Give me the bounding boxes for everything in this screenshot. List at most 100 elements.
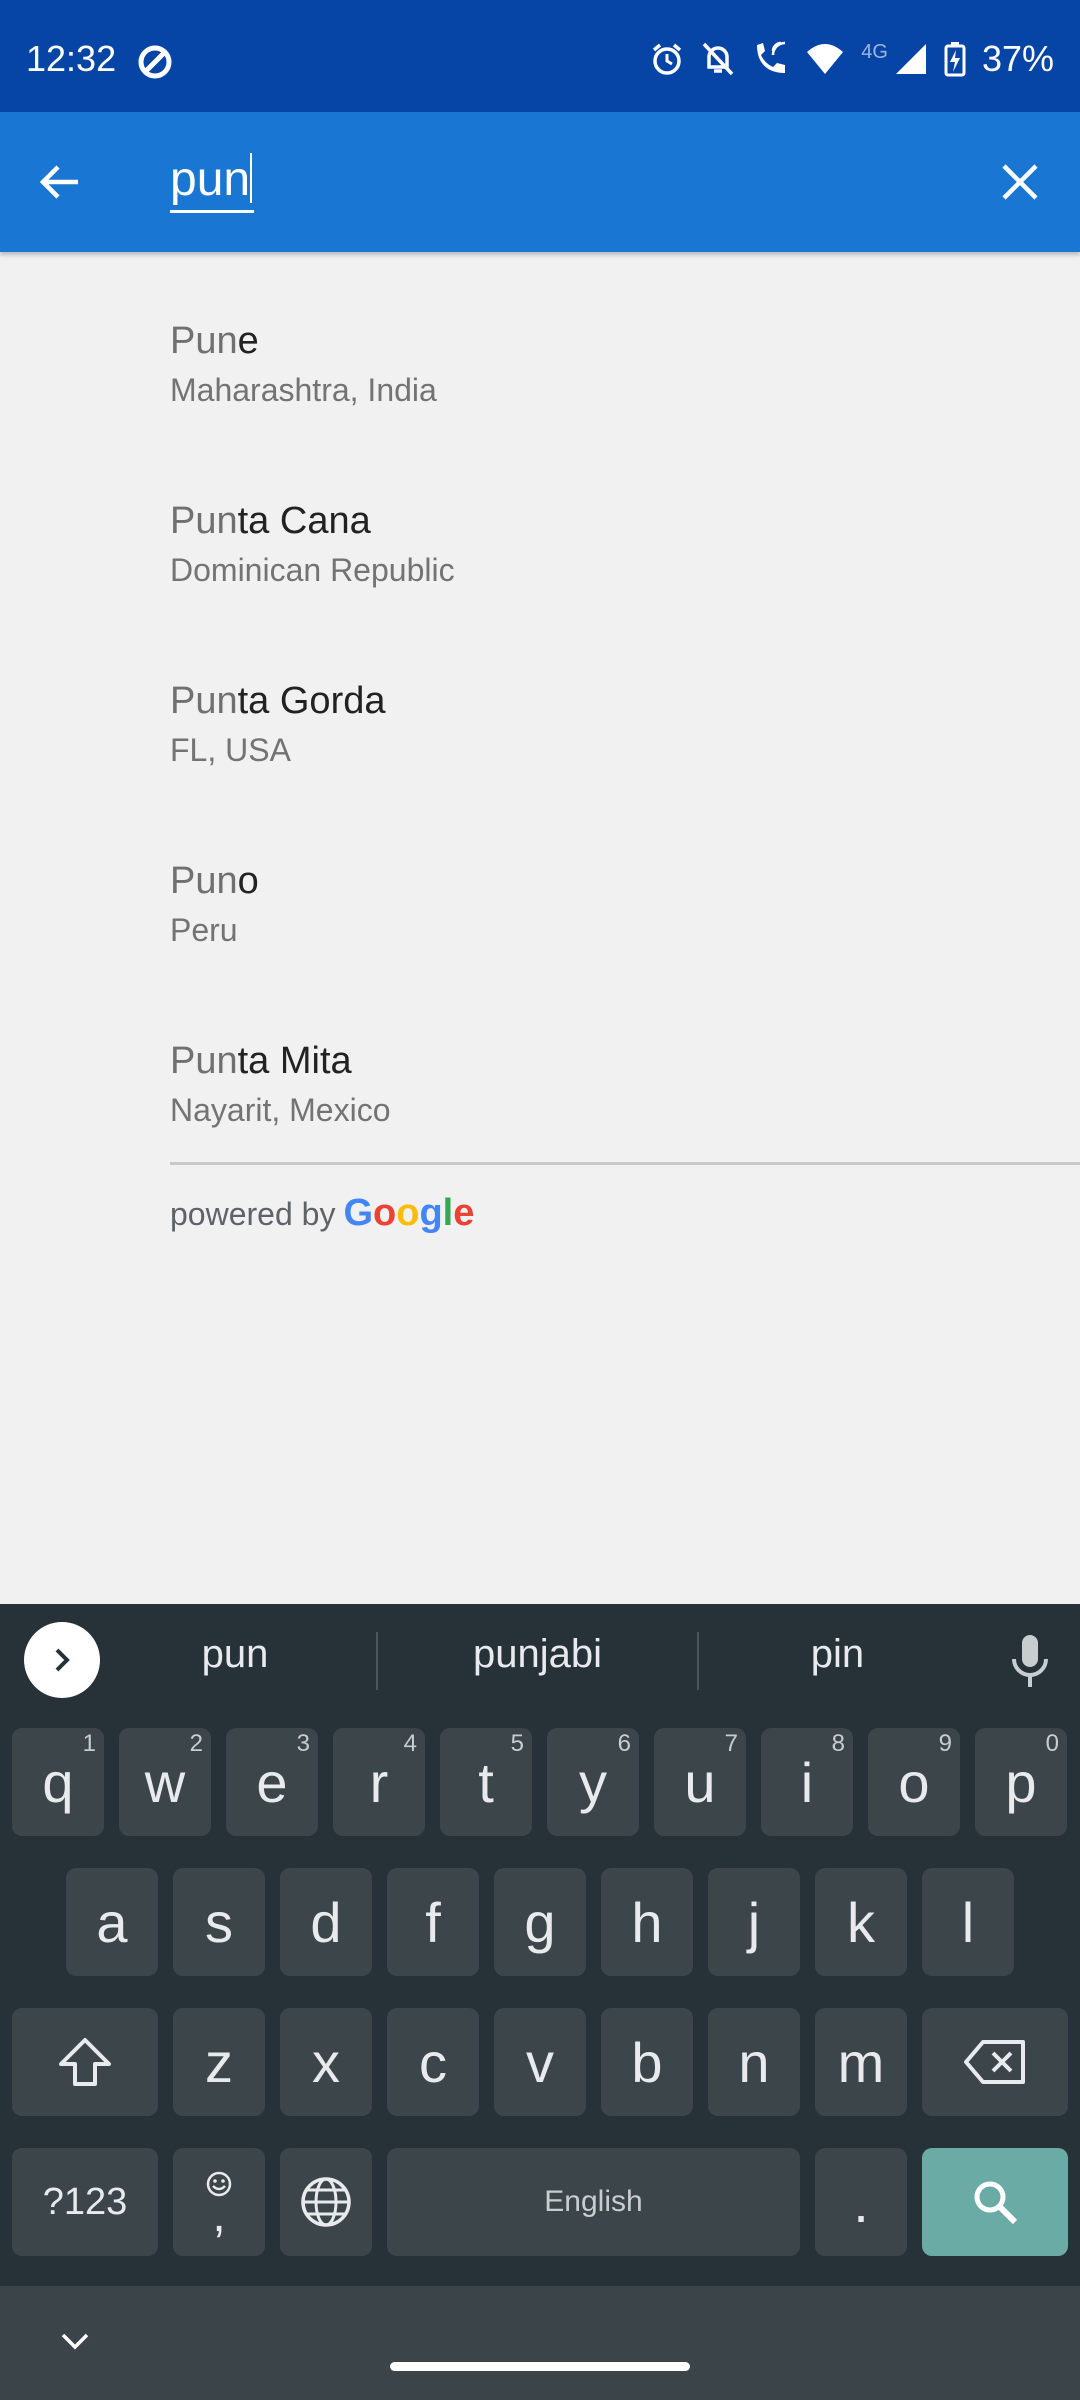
key-l[interactable]: l xyxy=(922,1868,1014,1976)
backspace-key[interactable] xyxy=(922,2008,1068,2116)
key-t[interactable]: t5 xyxy=(440,1728,532,1836)
suggestion-separator xyxy=(697,1632,699,1690)
key-w[interactable]: w2 xyxy=(119,1728,211,1836)
result-subtitle: FL, USA xyxy=(170,732,291,768)
powered-by-google: powered by Google xyxy=(170,1192,474,1235)
result-subtitle: Maharashtra, India xyxy=(170,372,437,408)
voice-input-button[interactable] xyxy=(1005,1626,1055,1696)
result-subtitle: Nayarit, Mexico xyxy=(170,1092,391,1128)
key-label: o xyxy=(898,1750,930,1814)
remaining-text: e xyxy=(237,320,259,362)
close-icon xyxy=(1002,164,1038,200)
list-item[interactable]: Puno Peru xyxy=(170,808,1070,968)
home-gesture-handle[interactable] xyxy=(390,2362,690,2371)
shift-key[interactable] xyxy=(12,2008,158,2116)
hide-keyboard-button[interactable] xyxy=(50,2316,100,2366)
key-label: r xyxy=(369,1750,389,1814)
key-hint: 0 xyxy=(1045,1730,1059,1757)
result-subtitle: Dominican Republic xyxy=(170,552,455,588)
key-g[interactable]: g xyxy=(494,1868,586,1976)
google-logo: Google xyxy=(343,1192,475,1234)
battery-level: 37% xyxy=(981,38,1054,79)
wifi-calling-icon xyxy=(751,41,789,77)
key-i[interactable]: i8 xyxy=(761,1728,853,1836)
suggestion-1[interactable]: pun xyxy=(130,1632,340,1677)
search-action-key[interactable] xyxy=(922,2148,1068,2256)
chevron-right-icon xyxy=(55,1648,70,1672)
list-item[interactable]: Pune Maharashtra, India xyxy=(170,268,1070,428)
key-label: u xyxy=(684,1750,716,1814)
key-hint: 9 xyxy=(938,1730,952,1757)
key-f[interactable]: f xyxy=(387,1868,479,1976)
key-hint: 7 xyxy=(724,1730,738,1757)
matched-text: Pun xyxy=(170,680,238,722)
backspace-icon xyxy=(964,2040,1025,2084)
space-key[interactable]: English xyxy=(387,2148,800,2256)
key-hint: 2 xyxy=(189,1730,203,1757)
key-u[interactable]: u7 xyxy=(654,1728,746,1836)
key-j[interactable]: j xyxy=(708,1868,800,1976)
key-hint: 6 xyxy=(617,1730,631,1757)
powered-by-label: powered by xyxy=(170,1196,336,1232)
symbols-key[interactable]: ?123 xyxy=(12,2148,158,2256)
matched-text: Pun xyxy=(170,860,238,902)
key-hint: 8 xyxy=(831,1730,845,1757)
remaining-text: ta Mita xyxy=(237,1040,352,1082)
key-label: q xyxy=(42,1750,74,1814)
key-a[interactable]: a xyxy=(66,1868,158,1976)
key-o[interactable]: o9 xyxy=(868,1728,960,1836)
language-key[interactable] xyxy=(280,2148,372,2256)
key-label: i xyxy=(800,1750,814,1814)
key-r[interactable]: r4 xyxy=(333,1728,425,1836)
result-title: Punta Cana xyxy=(170,500,371,543)
expand-toolbar-button[interactable] xyxy=(24,1622,100,1698)
wifi-icon xyxy=(805,42,845,76)
comma-label: , xyxy=(212,2189,226,2242)
shift-icon xyxy=(59,2038,111,2086)
results-divider xyxy=(170,1162,1080,1165)
list-item[interactable]: Punta Mita Nayarit, Mexico xyxy=(170,988,1070,1148)
key-label: t xyxy=(478,1750,494,1814)
emoji-comma-key[interactable]: , xyxy=(173,2148,265,2256)
result-subtitle: Peru xyxy=(170,912,238,948)
matched-text: Pun xyxy=(170,1040,238,1082)
result-title: Punta Gorda xyxy=(170,680,386,723)
key-label: e xyxy=(256,1750,288,1814)
search-input[interactable]: pun xyxy=(170,150,255,213)
back-button[interactable] xyxy=(30,152,90,212)
key-hint: 3 xyxy=(296,1730,310,1757)
suggestion-3[interactable]: pin xyxy=(730,1632,945,1677)
key-e[interactable]: e3 xyxy=(226,1728,318,1836)
status-time: 12:32 xyxy=(26,38,117,79)
clear-search-button[interactable] xyxy=(990,152,1050,212)
key-h[interactable]: h xyxy=(601,1868,693,1976)
key-z[interactable]: z xyxy=(173,2008,265,2116)
alarm-icon xyxy=(649,41,685,77)
key-s[interactable]: s xyxy=(173,1868,265,1976)
notifications-off-icon xyxy=(701,41,735,77)
text-cursor xyxy=(250,153,253,203)
list-item[interactable]: Punta Gorda FL, USA xyxy=(170,628,1070,788)
key-d[interactable]: d xyxy=(280,1868,372,1976)
key-x[interactable]: x xyxy=(280,2008,372,2116)
cell-signal-icon xyxy=(894,42,928,76)
key-label: w xyxy=(144,1750,186,1814)
key-q[interactable]: q1 xyxy=(12,1728,104,1836)
key-k[interactable]: k xyxy=(815,1868,907,1976)
remaining-text: ta Gorda xyxy=(237,680,386,722)
key-m[interactable]: m xyxy=(815,2008,907,2116)
key-y[interactable]: y6 xyxy=(547,1728,639,1836)
key-p[interactable]: p0 xyxy=(975,1728,1067,1836)
chevron-down-icon xyxy=(61,2333,89,2350)
arrow-back-icon xyxy=(39,165,78,199)
remaining-text: o xyxy=(237,860,259,902)
list-item[interactable]: Punta Cana Dominican Republic xyxy=(170,448,1070,608)
key-v[interactable]: v xyxy=(494,2008,586,2116)
key-b[interactable]: b xyxy=(601,2008,693,2116)
period-key[interactable]: . xyxy=(815,2148,907,2256)
key-c[interactable]: c xyxy=(387,2008,479,2116)
microphone-icon xyxy=(1012,1635,1048,1687)
suggestion-2[interactable]: punjabi xyxy=(420,1632,655,1677)
key-n[interactable]: n xyxy=(708,2008,800,2116)
key-hint: 5 xyxy=(510,1730,524,1757)
